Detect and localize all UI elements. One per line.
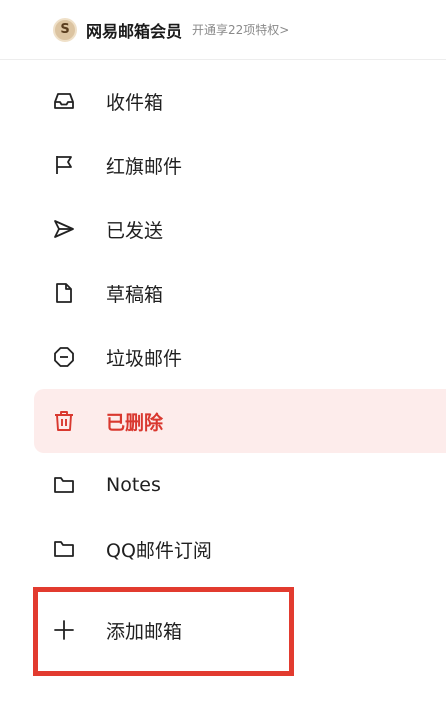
- folder-label: 红旗邮件: [106, 155, 183, 178]
- folder-spam[interactable]: 垃圾邮件: [0, 325, 446, 389]
- folder-label: 收件箱: [106, 91, 164, 114]
- mailbox-folder-list: 收件箱 红旗邮件 已发送 草稿箱 垃圾邮件 已删除 Notes QQ邮件订阅: [0, 69, 446, 581]
- folder-icon: [52, 537, 76, 561]
- folder-flagged[interactable]: 红旗邮件: [0, 133, 446, 197]
- flag-icon: [52, 153, 76, 177]
- folder-label: 草稿箱: [106, 283, 164, 306]
- folder-qq-subscription[interactable]: QQ邮件订阅: [0, 517, 446, 581]
- folder-label: 垃圾邮件: [106, 347, 183, 370]
- folder-label: Notes: [106, 474, 161, 496]
- folder-trash[interactable]: 已删除: [34, 389, 446, 453]
- folder-label: 已删除: [106, 411, 164, 434]
- vip-badge-icon: S: [53, 17, 77, 42]
- add-mailbox-label: 添加邮箱: [106, 621, 183, 643]
- vip-banner[interactable]: S 网易邮箱会员 开通享22项特权>: [0, 0, 446, 60]
- folder-sent[interactable]: 已发送: [0, 197, 446, 261]
- folder-icon: [52, 473, 76, 497]
- draft-icon: [52, 281, 76, 305]
- spam-icon: [52, 345, 76, 369]
- vip-privileges-link[interactable]: 开通享22项特权>: [192, 21, 289, 38]
- inbox-icon: [52, 89, 76, 113]
- folder-label: QQ邮件订阅: [106, 539, 212, 562]
- add-mailbox-button[interactable]: 添加邮箱: [0, 598, 446, 662]
- folder-label: 已发送: [106, 219, 164, 242]
- send-icon: [52, 217, 76, 241]
- folder-inbox[interactable]: 收件箱: [0, 69, 446, 133]
- folder-drafts[interactable]: 草稿箱: [0, 261, 446, 325]
- trash-icon: [52, 409, 76, 433]
- folder-notes[interactable]: Notes: [0, 453, 446, 517]
- vip-title: 网易邮箱会员: [86, 21, 183, 41]
- plus-icon: [52, 618, 76, 642]
